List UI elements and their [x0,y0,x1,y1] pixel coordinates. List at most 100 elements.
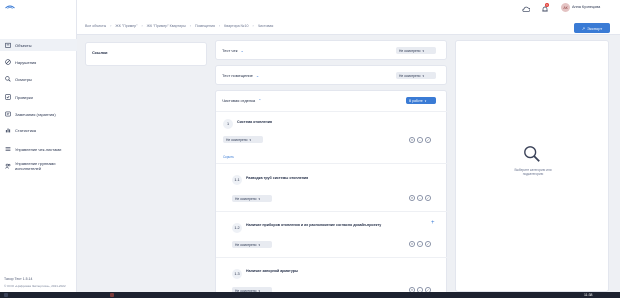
breadcrumb-item[interactable]: Помещения [195,24,215,28]
sidebar-item-label: Осмотры [15,76,32,82]
sidebar-item-label: Управление чек-листами [15,146,62,152]
item-title: Разводка труб системы отопления [246,176,309,180]
status-select[interactable]: В работе ▾ [406,97,436,104]
header: 9 АК Анна Кузнецова [77,0,620,17]
section-title[interactable]: Чистовая отделка ⌃ [222,98,262,103]
sidebar: Объекты Нарушения Осмотры Проверки Замеч… [0,0,77,292]
breadcrumb-item[interactable]: ЖК "Пример" [115,24,137,28]
avatar[interactable]: АК [561,3,570,12]
clock: 11:38 [584,293,593,297]
chevron-down-icon: ▾ [249,137,251,142]
warranty-icon [5,111,11,117]
export-label: Экспорт [587,25,603,31]
divider [216,257,448,258]
magnifier-icon [524,146,540,162]
section-title: Тест чек ⌄ [222,48,244,53]
links-title: Ссылки [92,50,108,55]
reject-icon[interactable]: ✕ [409,137,415,143]
sidebar-item-label: Статистика [15,127,37,133]
user-name[interactable]: Анна Кузнецова [572,5,600,9]
sidebar-item-label: Управление группами исполнителей [15,161,56,171]
chevron-down-icon: ⌄ [255,73,260,78]
notification-badge: 9 [545,3,549,7]
accept-icon[interactable]: ✓ [425,195,431,201]
status-select[interactable]: Не осмотрено ▾ [232,195,272,202]
chevron-up-icon: ⌃ [258,98,262,103]
item-title: Наличие приборов отопления и их располож… [246,223,382,227]
section-title: Тест помещение ⌄ [222,73,260,78]
breadcrumb: Все объекты › ЖК "Пример" › ЖК "Пример" Кв… [85,24,273,28]
chart-icon [5,127,11,133]
sidebar-item-checklists[interactable]: Управление чек-листами [0,143,77,155]
chevron-down-icon: ⌄ [240,48,244,53]
section-finishing: Чистовая отделка ⌃ В работе ▾ 1 Система от… [215,90,448,296]
breadcrumb-separator-icon: › [252,24,254,28]
status-select[interactable]: Не осмотрено ▾ [396,72,436,79]
sidebar-item-objects[interactable]: Объекты [0,39,77,51]
section-test-room[interactable]: Тест помещение ⌄ Не осмотрено ▾ [215,65,447,85]
sidebar-item-warranty[interactable]: Замечания (гарантия) [0,108,77,120]
chevron-down-icon: ▾ [422,73,424,78]
check-icon [5,94,11,100]
breadcrumb-item-current: Чистовая [257,24,274,28]
sidebar-item-groups[interactable]: Управление группами исполнителей [0,159,77,173]
divider [216,111,448,112]
na-icon[interactable]: − [417,241,423,247]
copyright: © ООО «Цифровая Экспертиза», 2021-2022 [4,284,66,288]
na-icon[interactable]: − [417,137,423,143]
sidebar-item-inspections[interactable]: Осмотры [0,73,77,85]
building-icon [5,42,11,48]
item-title: Наличие запорной арматуры [246,269,299,273]
reject-icon[interactable]: ✕ [409,241,415,247]
accept-icon[interactable]: ✓ [425,241,431,247]
violation-icon [5,59,11,65]
section-test-check[interactable]: Тест чек ⌄ Не осмотрено ▾ [215,40,447,60]
item-number: 1.3 [232,269,242,279]
na-icon[interactable]: − [417,195,423,201]
export-button[interactable]: ↗ Экспорт [574,23,610,33]
reject-icon[interactable]: ✕ [409,195,415,201]
sidebar-item-label: Замечания (гарантия) [15,111,56,117]
app-logo-icon[interactable] [5,4,15,10]
add-icon[interactable]: + [431,220,435,226]
sidebar-item-statistics[interactable]: Статистика [0,124,77,136]
cloud-icon[interactable] [522,5,530,13]
breadcrumb-item[interactable]: Все объекты [85,24,106,28]
sidebar-item-label: Нарушения [15,59,37,65]
breadcrumb-separator-icon: › [110,24,112,28]
status-select[interactable]: Не осмотрено ▾ [223,136,263,143]
checklist-column: Тест чек ⌄ Не осмотрено ▾ Тест помещение ⌄ … [215,40,448,296]
group-title: Система отопления [237,120,273,124]
item-number: 1.1 [232,175,242,185]
taskbar-app-icon[interactable] [110,293,114,297]
export-icon: ↗ [581,25,586,31]
empty-state-text: Выберите категорию или подкатегорию [514,168,552,176]
status-select[interactable]: Не осмотрено ▾ [396,47,436,54]
divider [216,163,448,164]
item-actions: ✕ − ✓ [409,241,431,247]
breadcrumb-item[interactable]: ЖК "Пример" Квартиры [147,24,186,28]
chevron-down-icon: ▾ [258,242,260,247]
app-version: Тахор Тест 1.5.14 [4,277,33,281]
sidebar-item-violations[interactable]: Нарушения [0,56,77,68]
accept-icon[interactable]: ✓ [425,137,431,143]
chevron-down-icon: ▾ [422,48,424,53]
sidebar-item-label: Объекты [15,42,32,48]
divider [216,211,448,212]
os-taskbar: 11:38 [0,292,620,298]
links-card: Ссылки [85,42,207,66]
breadcrumb-item[interactable]: Квартира №10 [224,24,248,28]
hide-link[interactable]: Скрыть [223,155,234,159]
details-panel: Выберите категорию или подкатегорию [455,40,609,292]
group-number: 1 [223,119,233,129]
start-icon[interactable] [4,293,8,297]
checklist-icon [5,146,11,152]
status-select[interactable]: Не осмотрено ▾ [232,241,272,248]
item-number: 1.2 [232,223,242,233]
search-icon [5,76,11,82]
chevron-down-icon: ▾ [424,98,427,103]
breadcrumb-bar: Все объекты › ЖК "Пример" › ЖК "Пример" Кв… [77,17,620,35]
breadcrumb-separator-icon: › [218,24,221,28]
sidebar-item-checks[interactable]: Проверки [0,91,77,103]
item-actions: ✕ − ✓ [409,137,431,143]
